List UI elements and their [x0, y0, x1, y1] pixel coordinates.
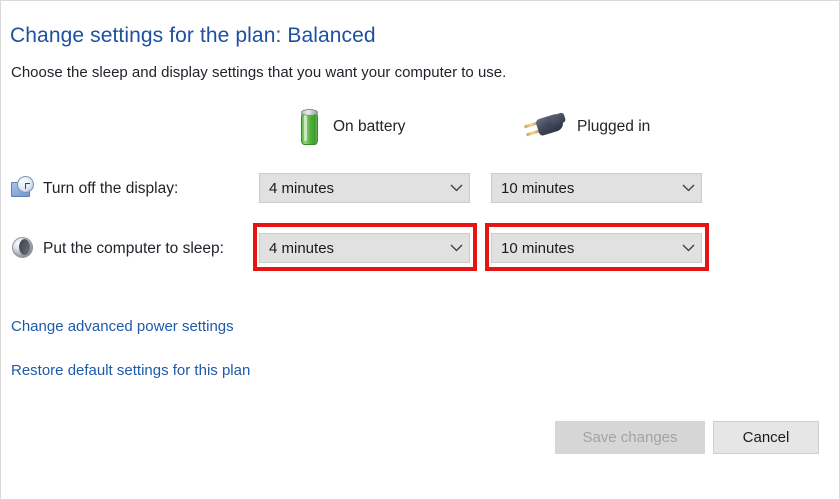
power-plug-icon [521, 110, 567, 144]
chevron-down-icon [675, 184, 701, 192]
chevron-down-icon [675, 244, 701, 252]
page-title: Change settings for the plan: Balanced [10, 24, 376, 47]
power-plan-settings-window: Change settings for the plan: Balanced C… [0, 0, 840, 500]
link-change-advanced-power-settings[interactable]: Change advanced power settings [11, 318, 234, 335]
row-label-put-computer-to-sleep: Put the computer to sleep: [43, 240, 224, 257]
column-header-on-battery: On battery [299, 105, 405, 149]
dropdown-put-computer-to-sleep-on-battery-value: 4 minutes [269, 239, 335, 257]
column-header-plugged-in: Plugged in [521, 105, 650, 149]
column-header-plugged-in-label: Plugged in [577, 118, 651, 135]
save-changes-button[interactable]: Save changes [555, 421, 705, 454]
dropdown-put-computer-to-sleep-on-battery[interactable]: 4 minutes [259, 233, 470, 263]
dropdown-put-computer-to-sleep-plugged-in-value: 10 minutes [501, 239, 575, 257]
row-label-turn-off-display: Turn off the display: [43, 180, 179, 197]
sleep-moon-icon [11, 236, 35, 260]
battery-icon [299, 108, 321, 146]
dropdown-turn-off-display-on-battery[interactable]: 4 minutes [259, 173, 470, 203]
page-subtitle: Choose the sleep and display settings th… [11, 64, 507, 81]
column-header-on-battery-label: On battery [333, 118, 406, 135]
dropdown-put-computer-to-sleep-plugged-in[interactable]: 10 minutes [491, 233, 702, 263]
chevron-down-icon [443, 184, 469, 192]
chevron-down-icon [443, 244, 469, 252]
dropdown-turn-off-display-plugged-in-value: 10 minutes [501, 179, 575, 197]
display-clock-icon [11, 176, 35, 200]
link-restore-default-settings[interactable]: Restore default settings for this plan [11, 362, 250, 379]
dropdown-turn-off-display-plugged-in[interactable]: 10 minutes [491, 173, 702, 203]
dropdown-turn-off-display-on-battery-value: 4 minutes [269, 179, 335, 197]
cancel-button[interactable]: Cancel [713, 421, 819, 454]
